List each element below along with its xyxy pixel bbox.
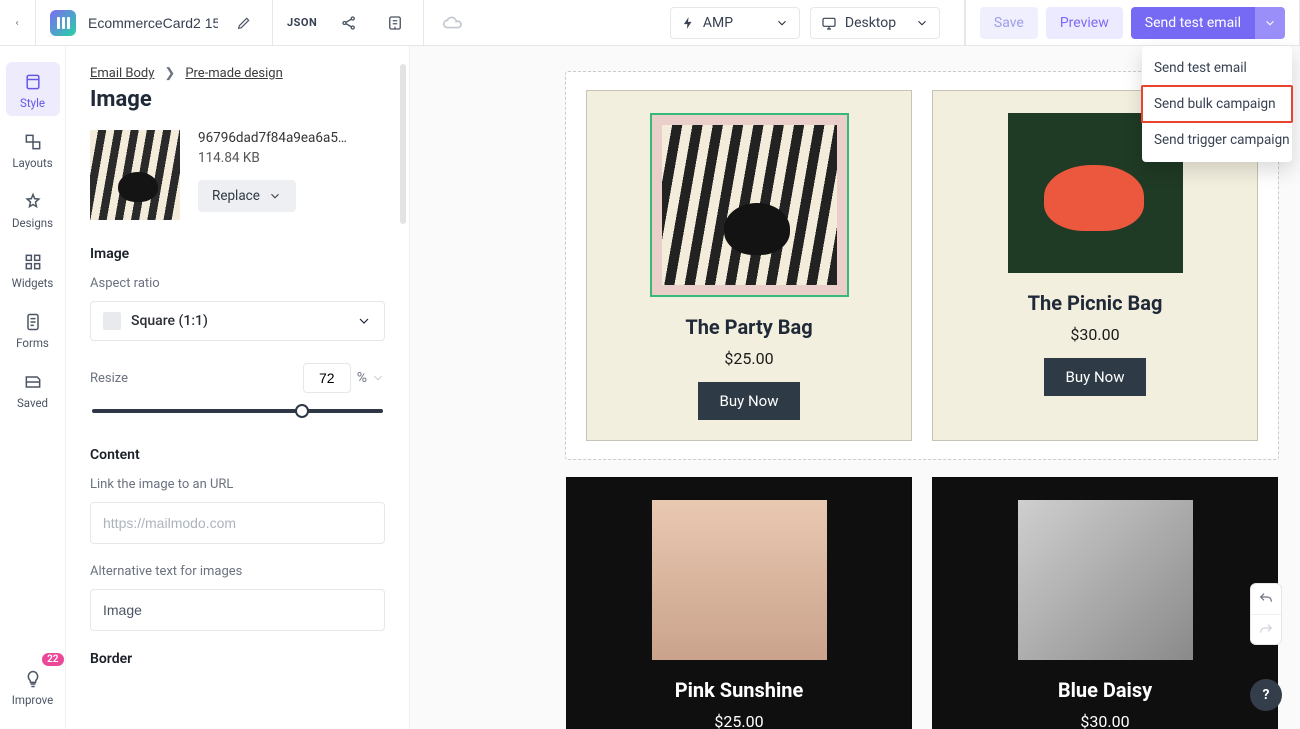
- app-logo: [50, 10, 76, 36]
- chevron-down-icon: [915, 16, 929, 30]
- breadcrumb-separator: ❯: [164, 66, 175, 81]
- help-button[interactable]: ?: [1250, 679, 1282, 711]
- viewport-dropdown[interactable]: Desktop: [810, 7, 940, 39]
- resize-unit: %: [357, 370, 367, 386]
- rail-layouts[interactable]: Layouts: [6, 122, 60, 176]
- menu-item-send-test[interactable]: Send test email: [1142, 50, 1292, 86]
- preview-button[interactable]: Preview: [1046, 7, 1123, 39]
- rail-designs[interactable]: Designs: [6, 182, 60, 236]
- url-label: Link the image to an URL: [90, 477, 385, 492]
- rail-forms[interactable]: Forms: [6, 302, 60, 356]
- resize-label: Resize: [90, 371, 128, 386]
- product-card[interactable]: The Party Bag $25.00 Buy Now: [586, 90, 912, 441]
- aspect-ratio-select[interactable]: Square (1:1): [90, 301, 385, 341]
- rail-style[interactable]: Style: [6, 62, 60, 116]
- image-thumbnail[interactable]: [90, 130, 180, 220]
- rail-improve[interactable]: 22 Improve: [6, 659, 60, 713]
- alt-label: Alternative text for images: [90, 564, 385, 579]
- canvas-block-2[interactable]: Pink Sunshine $25.00 Blue Daisy $30.00: [566, 477, 1278, 729]
- product-card[interactable]: Blue Daisy $30.00: [932, 477, 1278, 729]
- breadcrumb-premade-design[interactable]: Pre-made design: [185, 66, 282, 81]
- menu-item-send-trigger[interactable]: Send trigger campaign: [1142, 122, 1292, 158]
- product-image[interactable]: [662, 125, 837, 285]
- breadcrumb: Email Body ❯ Pre-made design: [90, 66, 385, 81]
- edit-title-icon[interactable]: [230, 9, 258, 37]
- viewport-dropdown-label: Desktop: [845, 15, 896, 31]
- chevron-down-icon: [775, 16, 789, 30]
- chevron-down-icon: [268, 189, 282, 203]
- send-menu: Send test email Send bulk campaign Send …: [1142, 46, 1292, 162]
- amp-dropdown-label: AMP: [703, 15, 733, 31]
- resize-value-input[interactable]: [303, 363, 351, 393]
- undo-button[interactable]: [1251, 584, 1281, 614]
- product-price: $30.00: [1080, 712, 1129, 729]
- image-alt-input[interactable]: [90, 589, 385, 631]
- json-button[interactable]: JSON: [287, 16, 317, 29]
- nav-rail: Style Layouts Designs Widgets Forms Save…: [0, 46, 66, 729]
- product-title: Blue Daisy: [1058, 678, 1152, 702]
- product-price: $25.00: [714, 712, 763, 729]
- buy-now-button[interactable]: Buy Now: [698, 382, 801, 420]
- scrollbar-thumb[interactable]: [400, 64, 406, 224]
- product-image[interactable]: [1018, 500, 1193, 660]
- send-test-email-button[interactable]: Send test email: [1131, 7, 1255, 39]
- product-image[interactable]: [652, 500, 827, 660]
- back-button[interactable]: [0, 0, 36, 45]
- chevron-down-icon: [356, 313, 372, 329]
- product-title: The Picnic Bag: [1028, 291, 1163, 315]
- replace-image-button[interactable]: Replace: [198, 180, 296, 212]
- send-menu-toggle[interactable]: [1255, 7, 1285, 39]
- email-body: The Party Bag $25.00 Buy Now The Picnic …: [566, 72, 1278, 729]
- product-title: Pink Sunshine: [675, 678, 804, 702]
- section-image: Image: [90, 246, 385, 262]
- breadcrumb-email-body[interactable]: Email Body: [90, 66, 154, 81]
- save-button[interactable]: Save: [980, 7, 1038, 39]
- cloud-sync-icon[interactable]: [438, 9, 466, 37]
- improve-badge: 22: [42, 653, 63, 666]
- section-content: Content: [90, 447, 385, 463]
- share-icon[interactable]: [335, 9, 363, 37]
- notes-icon[interactable]: [381, 9, 409, 37]
- menu-item-send-bulk[interactable]: Send bulk campaign: [1141, 85, 1293, 123]
- image-filesize: 114.84 KB: [198, 150, 348, 166]
- product-price: $30.00: [1070, 325, 1119, 344]
- panel-title: Image: [90, 87, 385, 112]
- section-border: Border: [90, 651, 385, 667]
- image-filename: 96796dad7f84a9ea6a5...: [198, 130, 348, 146]
- redo-button[interactable]: [1251, 614, 1281, 644]
- aspect-ratio-label: Aspect ratio: [90, 276, 385, 291]
- resize-slider[interactable]: [90, 401, 385, 421]
- buy-now-button[interactable]: Buy Now: [1044, 358, 1147, 396]
- history-controls: [1250, 583, 1282, 645]
- amp-dropdown[interactable]: AMP: [670, 7, 800, 39]
- product-price: $25.00: [724, 349, 773, 368]
- rail-widgets[interactable]: Widgets: [6, 242, 60, 296]
- image-url-input[interactable]: [90, 502, 385, 544]
- product-title: The Party Bag: [685, 315, 812, 339]
- project-title-input[interactable]: [88, 15, 218, 31]
- chevron-down-icon: [371, 371, 385, 385]
- topbar: JSON AMP Desktop Save Pr: [0, 0, 1300, 46]
- product-card[interactable]: Pink Sunshine $25.00: [566, 477, 912, 729]
- side-panel: Email Body ❯ Pre-made design Image 96796…: [66, 46, 410, 729]
- rail-saved[interactable]: Saved: [6, 362, 60, 416]
